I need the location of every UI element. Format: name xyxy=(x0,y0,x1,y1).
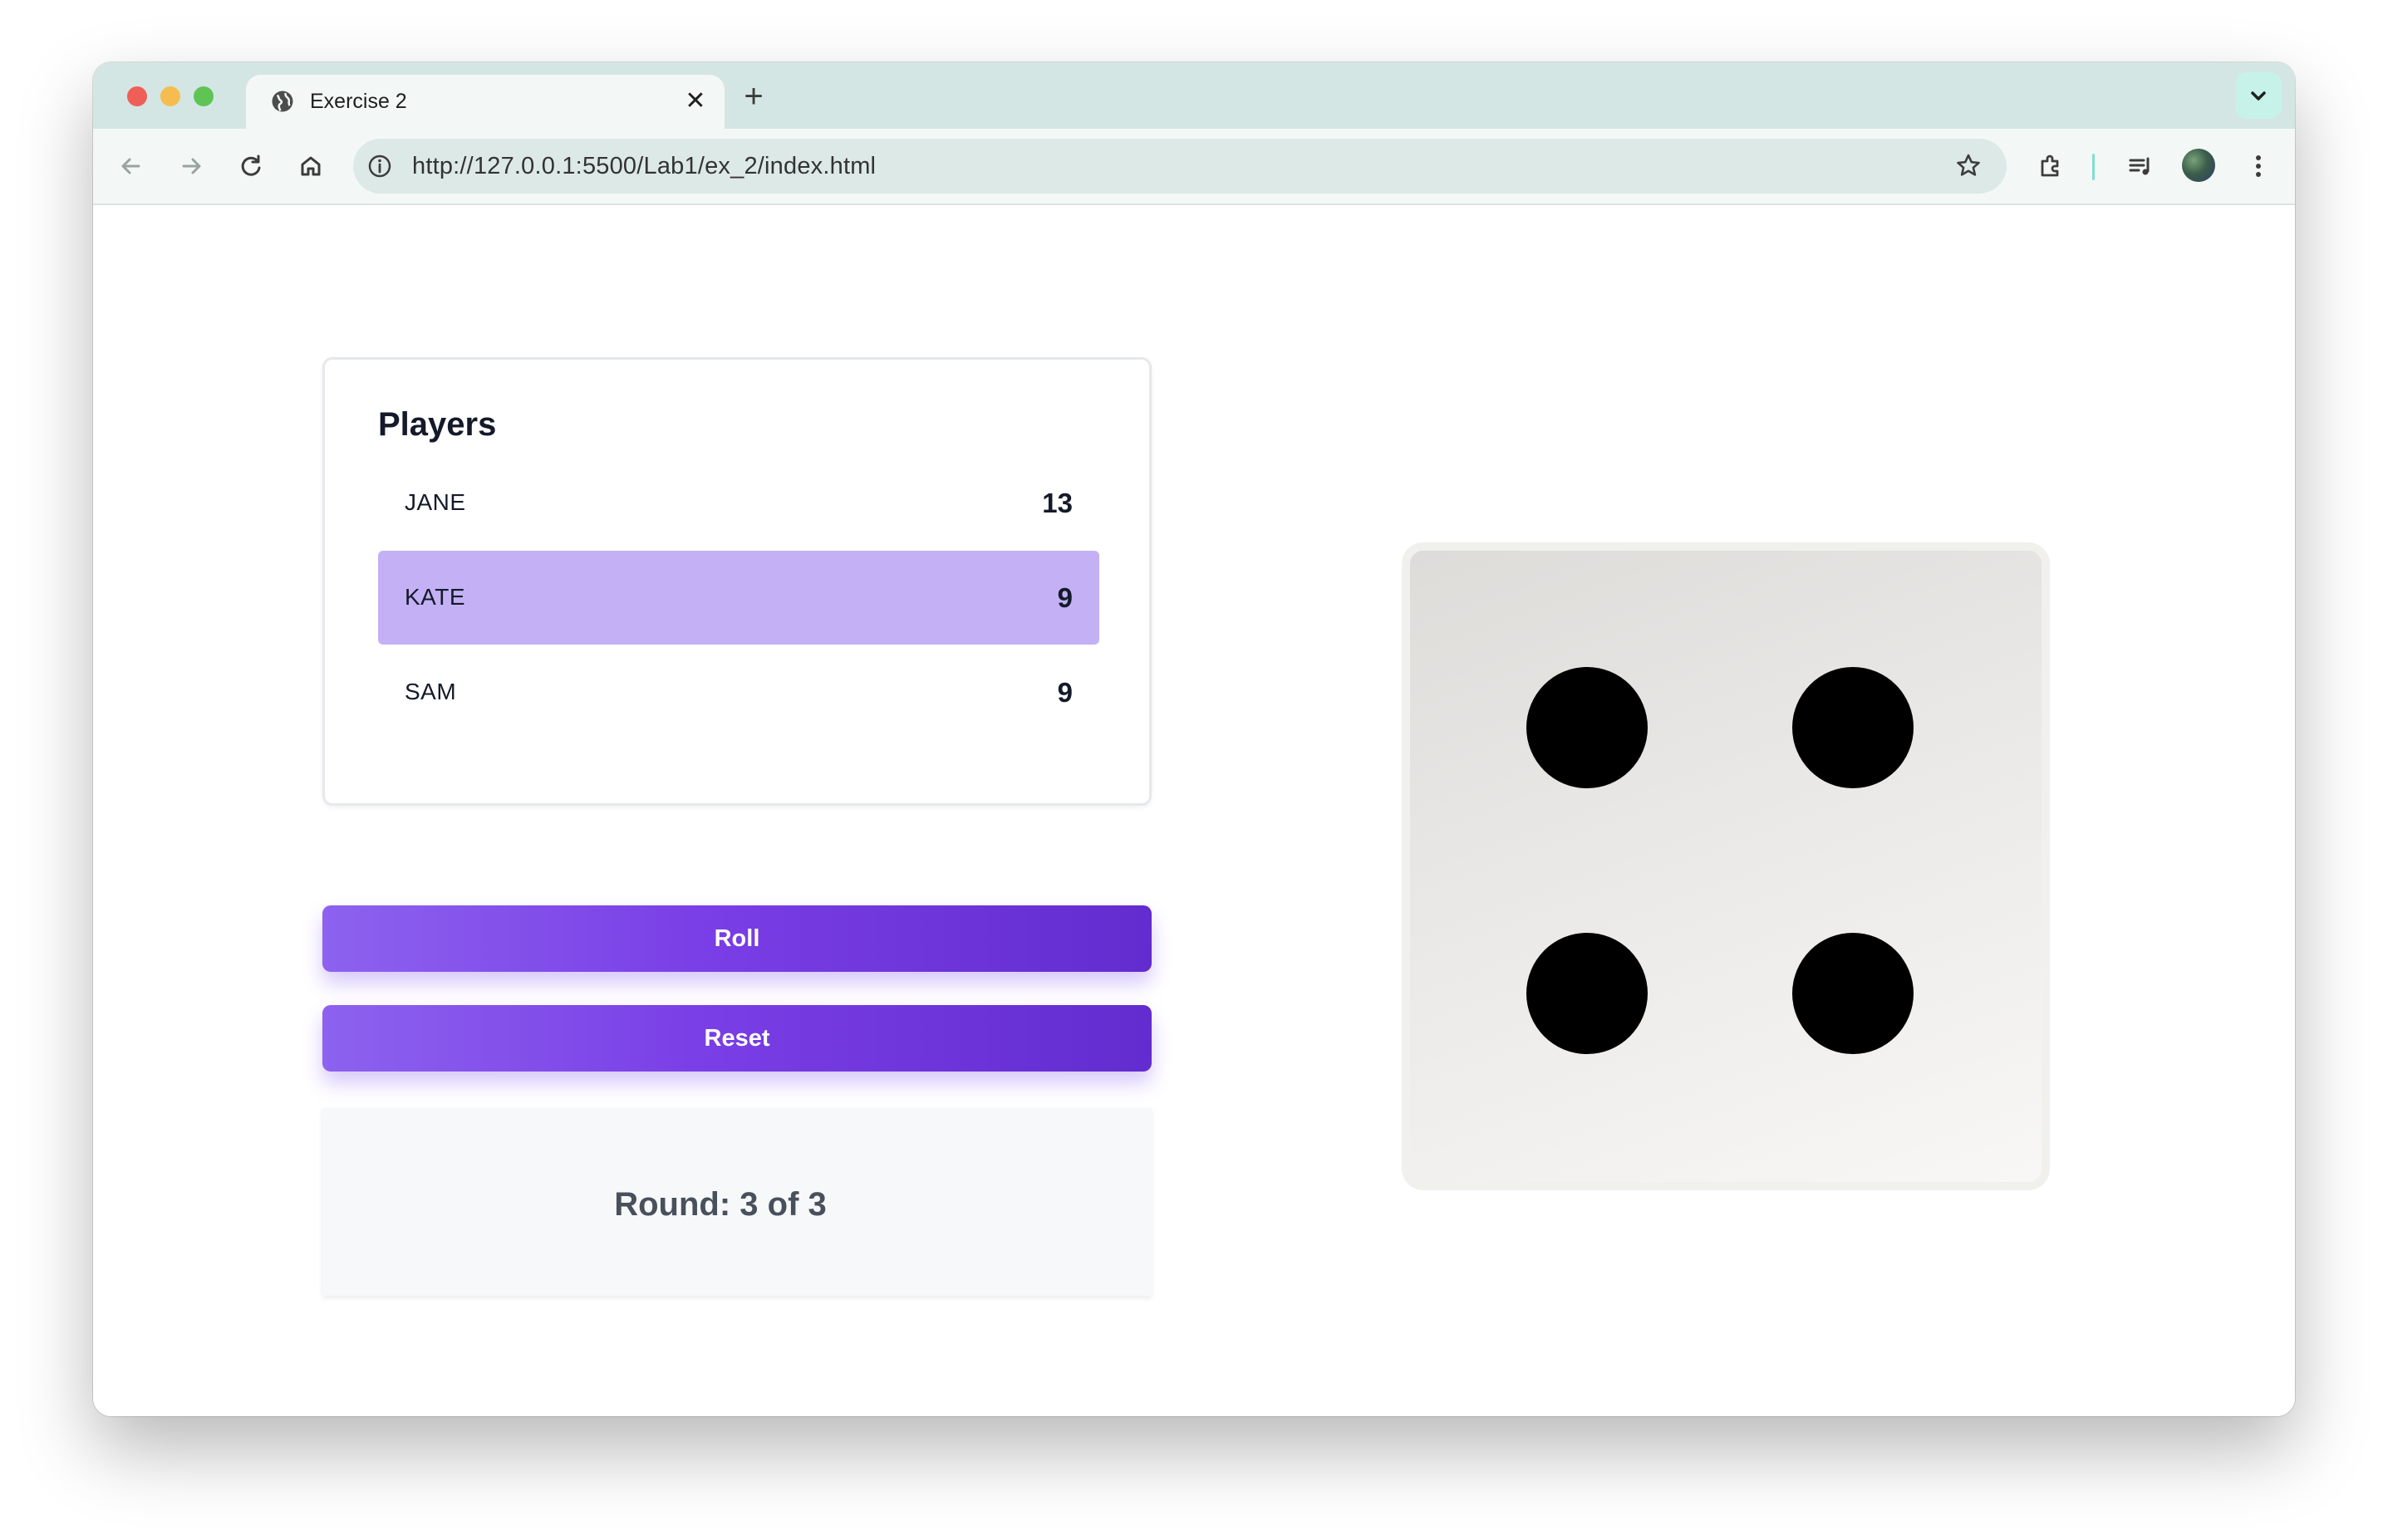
die-pip xyxy=(1792,933,1914,1054)
round-status-text: Round: 3 of 3 xyxy=(614,1186,827,1223)
roll-button[interactable]: Roll xyxy=(322,905,1152,972)
die-pip xyxy=(1792,667,1914,788)
player-row-jane: JANE 13 xyxy=(378,456,1099,550)
player-score: 13 xyxy=(1042,488,1073,518)
die-pip xyxy=(1526,933,1648,1054)
bookmark-star-icon[interactable] xyxy=(1953,151,1983,181)
die-face xyxy=(1402,542,2050,1190)
reload-icon[interactable] xyxy=(233,148,269,184)
desktop: Exercise 2 ✕ + http://127.0.0.1:5500/Lab… xyxy=(0,0,2388,1540)
profile-avatar[interactable] xyxy=(2182,149,2215,182)
player-score: 9 xyxy=(1057,677,1073,708)
url-text[interactable]: http://127.0.0.1:5500/Lab1/ex_2/index.ht… xyxy=(412,153,876,180)
tab-close-icon[interactable]: ✕ xyxy=(683,89,708,114)
player-name: SAM xyxy=(405,679,457,704)
minimize-window-button[interactable] xyxy=(160,86,180,106)
players-card: Players JANE 13 KATE 9 SAM 9 xyxy=(322,357,1152,806)
die-pip xyxy=(1526,667,1648,788)
browser-window: Exercise 2 ✕ + http://127.0.0.1:5500/Lab… xyxy=(93,62,2295,1416)
forward-arrow-icon[interactable] xyxy=(173,148,209,184)
browser-toolbar: http://127.0.0.1:5500/Lab1/ex_2/index.ht… xyxy=(93,129,2295,205)
zoom-window-button[interactable] xyxy=(194,86,214,106)
globe-icon xyxy=(272,91,293,112)
tab-strip: Exercise 2 ✕ + xyxy=(93,62,2295,129)
players-heading: Players xyxy=(378,406,497,443)
round-status-panel: Round: 3 of 3 xyxy=(322,1108,1152,1296)
extensions-icon[interactable] xyxy=(2032,148,2069,184)
more-menu-icon[interactable] xyxy=(2240,148,2277,184)
tab-title: Exercise 2 xyxy=(310,90,407,113)
player-name: JANE xyxy=(405,489,466,515)
close-window-button[interactable] xyxy=(127,86,147,106)
site-info-icon[interactable] xyxy=(366,153,393,179)
home-icon[interactable] xyxy=(292,148,329,184)
new-tab-button[interactable]: + xyxy=(735,77,773,115)
reset-button[interactable]: Reset xyxy=(322,1005,1152,1072)
media-controls-icon[interactable] xyxy=(2122,148,2159,184)
tab-search-button[interactable] xyxy=(2235,72,2282,119)
address-bar[interactable]: http://127.0.0.1:5500/Lab1/ex_2/index.ht… xyxy=(353,139,2007,194)
page-content: Players JANE 13 KATE 9 SAM 9 Roll Reset … xyxy=(93,205,2295,1416)
player-row-kate-active: KATE 9 xyxy=(378,551,1099,645)
player-score: 9 xyxy=(1057,582,1073,613)
player-name: KATE xyxy=(405,584,466,610)
toolbar-divider xyxy=(2092,154,2095,180)
back-arrow-icon[interactable] xyxy=(113,148,150,184)
tab-exercise-2[interactable]: Exercise 2 ✕ xyxy=(246,75,725,129)
chevron-down-icon xyxy=(2251,91,2266,101)
player-row-sam: SAM 9 xyxy=(378,645,1099,739)
